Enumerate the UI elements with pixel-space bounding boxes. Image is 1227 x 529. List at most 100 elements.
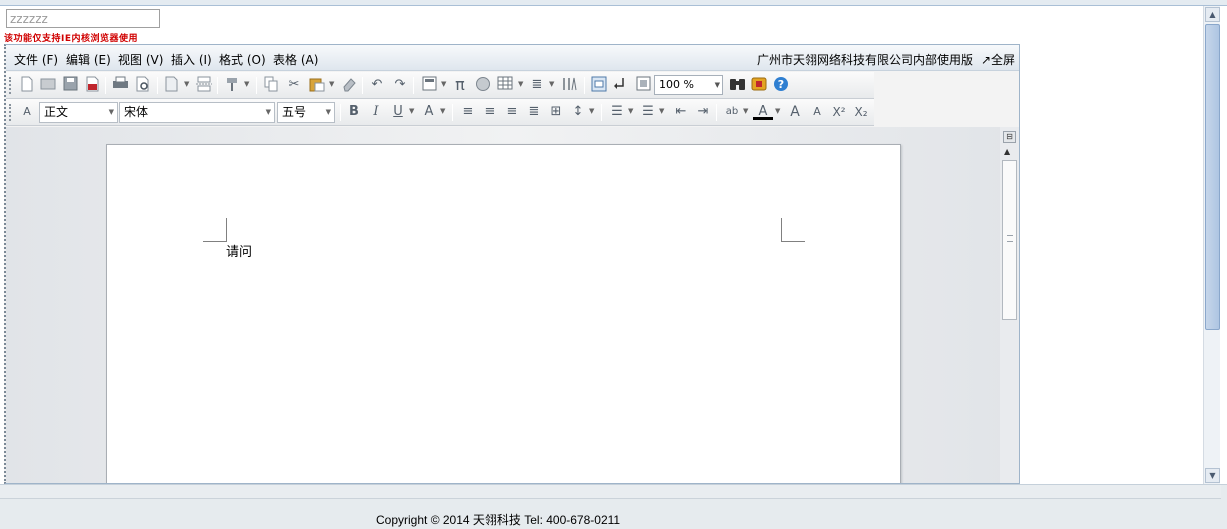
table-icon[interactable] <box>495 76 515 94</box>
line-spacing-icon[interactable]: ↕ <box>568 103 588 121</box>
chevron-down-icon[interactable]: ▼ <box>244 80 249 88</box>
menu-bar: 文件 (F) 编辑 (E) 视图 (V) 插入 (I) 格式 (O) 表格 (A… <box>6 45 1019 71</box>
menu-view[interactable]: 视图 (V) <box>118 51 163 68</box>
chevron-down-icon[interactable]: ▼ <box>266 103 271 122</box>
chevron-down-icon[interactable]: ▼ <box>326 103 331 122</box>
pi-icon[interactable]: π <box>450 76 470 94</box>
superscript-button[interactable]: X² <box>829 103 849 121</box>
align-left-icon[interactable]: ≡ <box>458 103 478 121</box>
redo-icon[interactable]: ↷ <box>390 76 410 94</box>
eraser-icon[interactable] <box>339 76 359 94</box>
document-text[interactable]: 请问 <box>226 241 252 260</box>
print-preview-icon[interactable] <box>133 76 153 94</box>
style-icon[interactable]: A <box>17 103 37 121</box>
justify-icon[interactable]: ≣ <box>524 103 544 121</box>
box-icon[interactable] <box>749 76 769 94</box>
document-page[interactable]: 请问 <box>106 144 901 483</box>
document-scrollbar[interactable]: ⊟ ▲ <box>1000 127 1019 483</box>
split-icon[interactable]: ⊟ <box>1003 131 1016 143</box>
separator <box>256 77 257 94</box>
separator <box>452 104 453 121</box>
scroll-thumb[interactable] <box>1002 160 1017 320</box>
menu-insert[interactable]: 插入 (I) <box>171 51 212 68</box>
align-center-icon[interactable]: ≡ <box>480 103 500 121</box>
menu-format[interactable]: 格式 (O) <box>219 51 266 68</box>
track-icon[interactable] <box>611 76 631 94</box>
zoom-select[interactable]: 100 % ▼ <box>654 75 723 95</box>
chevron-down-icon[interactable]: ▼ <box>518 80 523 88</box>
chevron-down-icon[interactable]: ▼ <box>440 107 445 115</box>
scroll-up-icon[interactable]: ▲ <box>1004 147 1010 156</box>
page-break-icon[interactable] <box>194 76 214 94</box>
columns-icon[interactable]: ≣ <box>527 76 547 94</box>
chevron-down-icon[interactable]: ▼ <box>441 80 446 88</box>
chevron-down-icon[interactable]: ▼ <box>109 103 114 122</box>
font-color-icon[interactable]: A <box>753 103 773 120</box>
paste-icon[interactable] <box>307 76 327 94</box>
page-scroll-thumb[interactable] <box>1205 24 1220 330</box>
cut-icon[interactable]: ✂ <box>284 76 304 94</box>
numbered-list-icon[interactable]: ☰ <box>607 103 627 121</box>
toolbar-grip[interactable] <box>9 104 12 121</box>
fullscreen-button[interactable]: ↗全屏 <box>981 51 1015 68</box>
new-doc-icon[interactable] <box>17 76 37 94</box>
bold-button[interactable]: B <box>344 103 364 121</box>
scroll-up-icon[interactable]: ▲ <box>1205 7 1220 22</box>
insert-icon[interactable] <box>162 76 182 94</box>
grow-font-button[interactable]: A <box>785 103 805 121</box>
indent-icon[interactable]: ⇥ <box>693 103 713 121</box>
subscript-button[interactable]: X₂ <box>851 103 871 121</box>
outdent-icon[interactable]: ⇤ <box>671 103 691 121</box>
chevron-down-icon[interactable]: ▼ <box>659 107 664 115</box>
format-brush-icon[interactable] <box>222 76 242 94</box>
scroll-down-icon[interactable]: ▼ <box>1205 468 1220 483</box>
page-view-icon[interactable] <box>633 76 653 94</box>
chevron-down-icon[interactable]: ▼ <box>628 107 633 115</box>
chevron-down-icon[interactable]: ▼ <box>409 107 414 115</box>
chevron-down-icon[interactable]: ▼ <box>589 107 594 115</box>
toolbar-grip[interactable] <box>9 77 12 94</box>
field-icon[interactable] <box>419 76 439 94</box>
undo-icon[interactable]: ↶ <box>367 76 387 94</box>
title-input[interactable] <box>6 9 160 28</box>
open-icon[interactable] <box>38 76 58 94</box>
size-select[interactable]: 五号 ▼ <box>277 102 335 123</box>
margin-mark-top-left <box>203 218 227 242</box>
text-effect-icon[interactable]: A <box>419 103 439 121</box>
separator <box>217 77 218 94</box>
chevron-down-icon[interactable]: ▼ <box>775 107 780 115</box>
pdf-icon[interactable] <box>82 76 102 94</box>
distribute-icon[interactable]: ⊞ <box>546 103 566 121</box>
chevron-down-icon[interactable]: ▼ <box>184 80 189 88</box>
document-area: 请问 ⊟ ▲ <box>6 127 1019 483</box>
menu-edit[interactable]: 编辑 (E) <box>66 51 111 68</box>
find-icon[interactable] <box>727 76 747 94</box>
separator <box>340 104 341 121</box>
print-icon[interactable] <box>110 76 130 94</box>
save-icon[interactable] <box>60 76 80 94</box>
style-select[interactable]: 正文 ▼ <box>39 102 118 123</box>
chevron-down-icon[interactable]: ▼ <box>329 80 334 88</box>
help-icon[interactable]: ? <box>771 76 791 94</box>
font-select[interactable]: 宋体 ▼ <box>119 102 275 123</box>
chevron-down-icon[interactable]: ▼ <box>715 76 720 94</box>
chevron-down-icon[interactable]: ▼ <box>549 80 554 88</box>
shrink-font-icon[interactable]: A <box>807 103 827 121</box>
text-direction-icon[interactable] <box>559 76 579 94</box>
page-scrollbar[interactable]: ▲ ▼ <box>1203 6 1220 484</box>
chevron-down-icon[interactable]: ▼ <box>743 107 748 115</box>
review-icon[interactable] <box>589 76 609 94</box>
italic-button[interactable]: I <box>366 103 386 121</box>
copy-icon[interactable] <box>261 76 281 94</box>
style-value: 正文 <box>44 105 69 119</box>
underline-button[interactable]: U <box>388 103 408 121</box>
size-value: 五号 <box>282 105 307 119</box>
menu-file[interactable]: 文件 (F) <box>14 51 58 68</box>
image-icon[interactable] <box>473 76 493 94</box>
align-right-icon[interactable]: ≡ <box>502 103 522 121</box>
bullet-list-icon[interactable]: ☰ <box>638 103 658 121</box>
highlight-icon[interactable]: ab <box>722 103 742 121</box>
menu-table[interactable]: 表格 (A) <box>273 51 318 68</box>
footer: Copyright © 2014 天翎科技 Tel: 400-678-0211 <box>0 484 1227 529</box>
svg-text:?: ? <box>778 78 784 91</box>
